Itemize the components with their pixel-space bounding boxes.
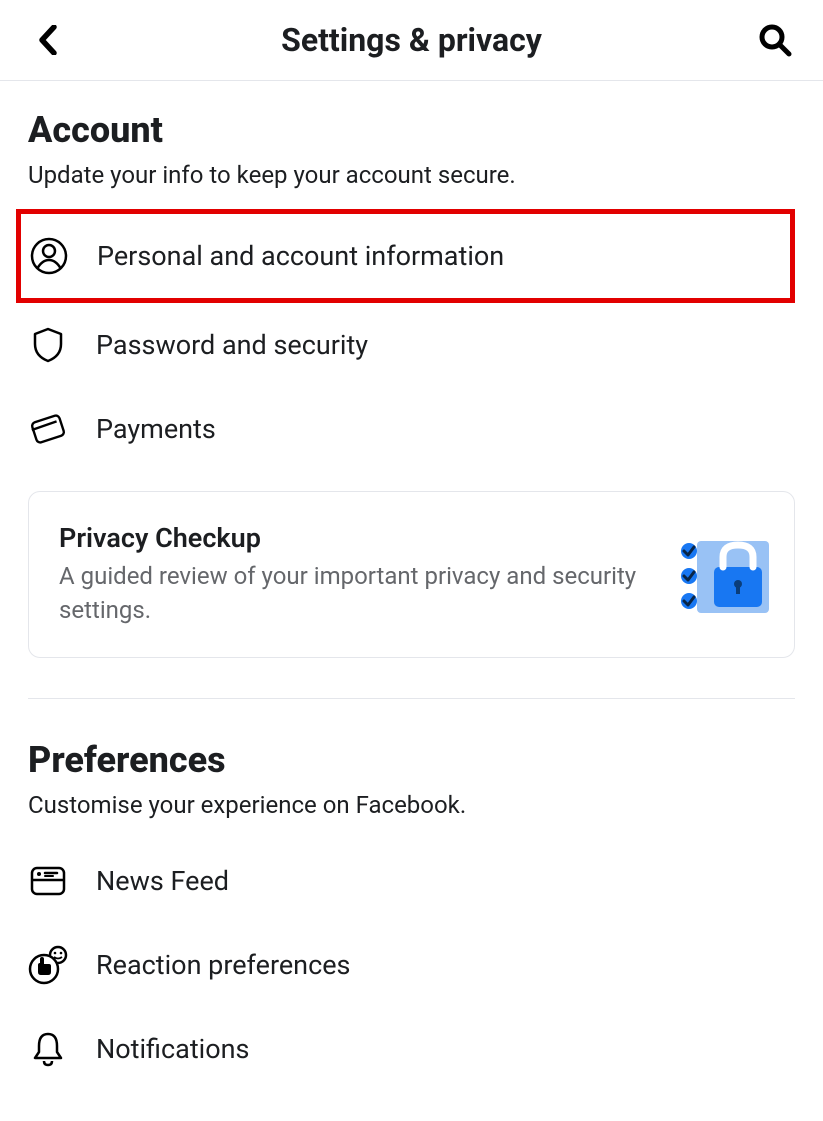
menu-item-label: Notifications <box>96 1033 249 1065</box>
divider <box>28 698 795 699</box>
account-section-title: Account <box>28 109 795 151</box>
menu-item-label: Personal and account information <box>97 240 504 272</box>
header: Settings & privacy <box>0 0 823 81</box>
search-button[interactable] <box>755 20 795 60</box>
chevron-left-icon <box>36 25 60 55</box>
menu-item-notifications[interactable]: Notifications <box>28 1007 795 1091</box>
menu-item-personal-info[interactable]: Personal and account information <box>16 209 795 303</box>
menu-item-label: Password and security <box>96 329 368 361</box>
menu-item-payments[interactable]: Payments <box>28 387 795 471</box>
back-button[interactable] <box>28 20 68 60</box>
content: Account Update your info to keep your ac… <box>0 81 823 1119</box>
account-section-subtitle: Update your info to keep your account se… <box>28 161 795 189</box>
preferences-section-subtitle: Customise your experience on Facebook. <box>28 791 795 819</box>
bell-icon <box>28 1029 68 1069</box>
news-feed-icon <box>28 861 68 901</box>
menu-item-label: News Feed <box>96 865 229 897</box>
preferences-section: Preferences Customise your experience on… <box>28 739 795 1091</box>
card-icon <box>28 409 68 449</box>
reactions-icon <box>28 945 68 985</box>
account-section: Account Update your info to keep your ac… <box>28 109 795 658</box>
card-title: Privacy Checkup <box>59 522 659 554</box>
shield-icon <box>28 325 68 365</box>
card-text: Privacy Checkup A guided review of your … <box>59 522 679 627</box>
page-title: Settings & privacy <box>68 21 755 59</box>
menu-item-reactions[interactable]: Reaction preferences <box>28 923 795 1007</box>
preferences-section-title: Preferences <box>28 739 795 781</box>
privacy-lock-icon <box>679 537 764 612</box>
privacy-checkup-card[interactable]: Privacy Checkup A guided review of your … <box>28 491 795 658</box>
person-icon <box>29 236 69 276</box>
search-icon <box>757 22 793 58</box>
card-subtitle: A guided review of your important privac… <box>59 560 659 627</box>
menu-item-password[interactable]: Password and security <box>28 303 795 387</box>
menu-item-label: Reaction preferences <box>96 949 350 981</box>
menu-item-label: Payments <box>96 413 216 445</box>
menu-item-news-feed[interactable]: News Feed <box>28 839 795 923</box>
